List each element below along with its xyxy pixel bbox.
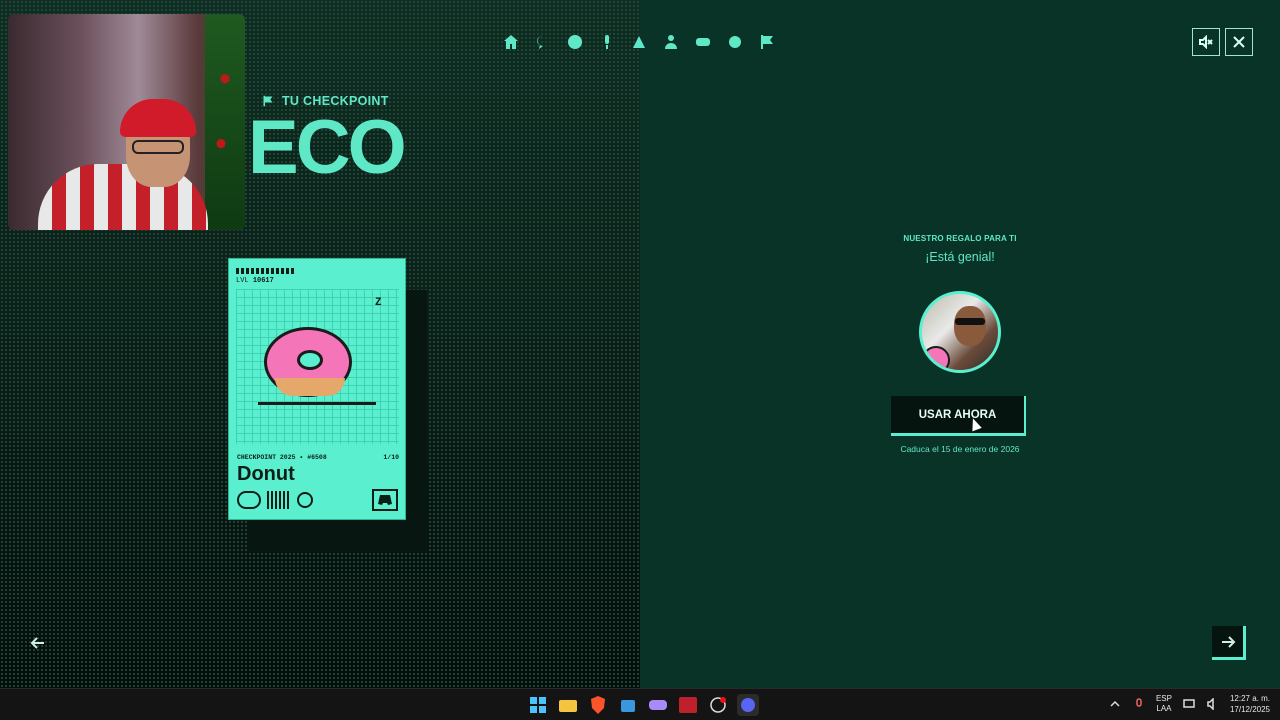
keyboard-layout: LAA <box>1156 704 1172 713</box>
card-collection: CHECKPOINT 2025 • #6508 <box>237 454 327 461</box>
globe-icon <box>237 491 261 509</box>
card-name: Donut <box>237 463 295 485</box>
gift-expiry: Caduca el 15 de enero de 2026 <box>900 444 1020 454</box>
game-launcher-icon[interactable] <box>647 694 669 716</box>
barcode-icon <box>267 491 291 509</box>
use-now-button[interactable]: USAR AHORA <box>891 396 1026 436</box>
gift-eyebrow: NUESTRO REGALO PARA TI <box>903 234 1017 243</box>
level-value: 10617 <box>252 277 274 285</box>
card-rarity: 1/10 <box>383 454 399 461</box>
donut-hole <box>297 350 323 370</box>
gift-subtitle: ¡Está genial! <box>925 250 995 264</box>
arrow-right-icon <box>1221 635 1235 648</box>
smiley-icon[interactable] <box>564 32 586 52</box>
cookie-icon <box>297 492 313 508</box>
home-icon[interactable] <box>500 32 522 52</box>
card-meta: CHECKPOINT 2025 • #6508 1/10 <box>237 454 399 461</box>
language-indicator[interactable]: ESP LAA <box>1156 694 1172 714</box>
card-level: LVL 10617 <box>236 277 274 285</box>
gamepad-icon[interactable] <box>692 32 714 52</box>
card-artwork <box>236 289 399 444</box>
webcam-overlay <box>8 14 245 230</box>
streamer-cap <box>120 99 196 137</box>
mute-button[interactable] <box>1192 28 1220 56</box>
donut-base <box>275 378 345 396</box>
windows-start-icon[interactable] <box>527 694 549 716</box>
card-tag: Z <box>375 297 382 309</box>
level-prefix: LVL <box>236 277 249 285</box>
clock-time: 12:27 a. m. <box>1229 694 1270 703</box>
next-button[interactable] <box>1212 626 1246 660</box>
arrow-left-icon <box>30 637 44 649</box>
close-icon <box>1233 36 1245 48</box>
gift-avatar <box>919 291 1001 373</box>
close-button[interactable] <box>1225 28 1253 56</box>
mute-icon <box>1199 35 1213 49</box>
discord-taskbar-icon[interactable] <box>737 694 759 716</box>
streaming-app-icon[interactable] <box>677 694 699 716</box>
person-icon[interactable] <box>660 32 682 52</box>
big-title: ECO <box>248 105 407 190</box>
donut-illustration <box>264 327 352 397</box>
chevron-up-icon[interactable] <box>1108 697 1122 711</box>
avatar-face <box>954 306 986 346</box>
streamer-glasses <box>132 140 184 154</box>
volume-icon[interactable] <box>1206 697 1220 711</box>
top-nav <box>500 32 778 52</box>
donut-shadow <box>258 402 376 405</box>
language-code: ESP <box>1155 694 1172 703</box>
avatar-donut-badge <box>922 346 950 370</box>
chat-icon[interactable] <box>532 32 554 52</box>
app-window: TU CHECKPOINT ECO LVL 10617 Z CHECKPOINT… <box>0 0 1280 720</box>
system-clock[interactable]: 12:27 a. m. 17/12/2025 <box>1230 693 1270 715</box>
clock-date: 17/12/2025 <box>1229 705 1270 714</box>
podcast-icon[interactable] <box>628 32 650 52</box>
flag-icon[interactable] <box>756 32 778 52</box>
avatar-sunglasses <box>955 318 985 325</box>
christmas-tree <box>205 14 245 230</box>
card-level-bars <box>236 268 296 274</box>
file-explorer-icon[interactable] <box>557 694 579 716</box>
discord-icon[interactable] <box>372 489 398 511</box>
previous-button[interactable] <box>26 631 50 655</box>
system-tray: ESP LAA 12:27 a. m. 17/12/2025 <box>1108 693 1270 715</box>
brave-browser-icon[interactable] <box>587 694 609 716</box>
mic-icon[interactable] <box>596 32 618 52</box>
card-icons <box>237 491 313 509</box>
network-icon[interactable] <box>1182 697 1196 711</box>
taskbar: ESP LAA 12:27 a. m. 17/12/2025 <box>0 688 1280 720</box>
microphone-tray-icon[interactable] <box>1132 697 1146 711</box>
gear-icon[interactable] <box>724 32 746 52</box>
microsoft-store-icon[interactable] <box>617 694 639 716</box>
taskbar-apps <box>527 694 759 716</box>
timer-app-icon[interactable] <box>707 694 729 716</box>
collectible-card[interactable]: LVL 10617 Z CHECKPOINT 2025 • #6508 1/10… <box>228 258 406 520</box>
